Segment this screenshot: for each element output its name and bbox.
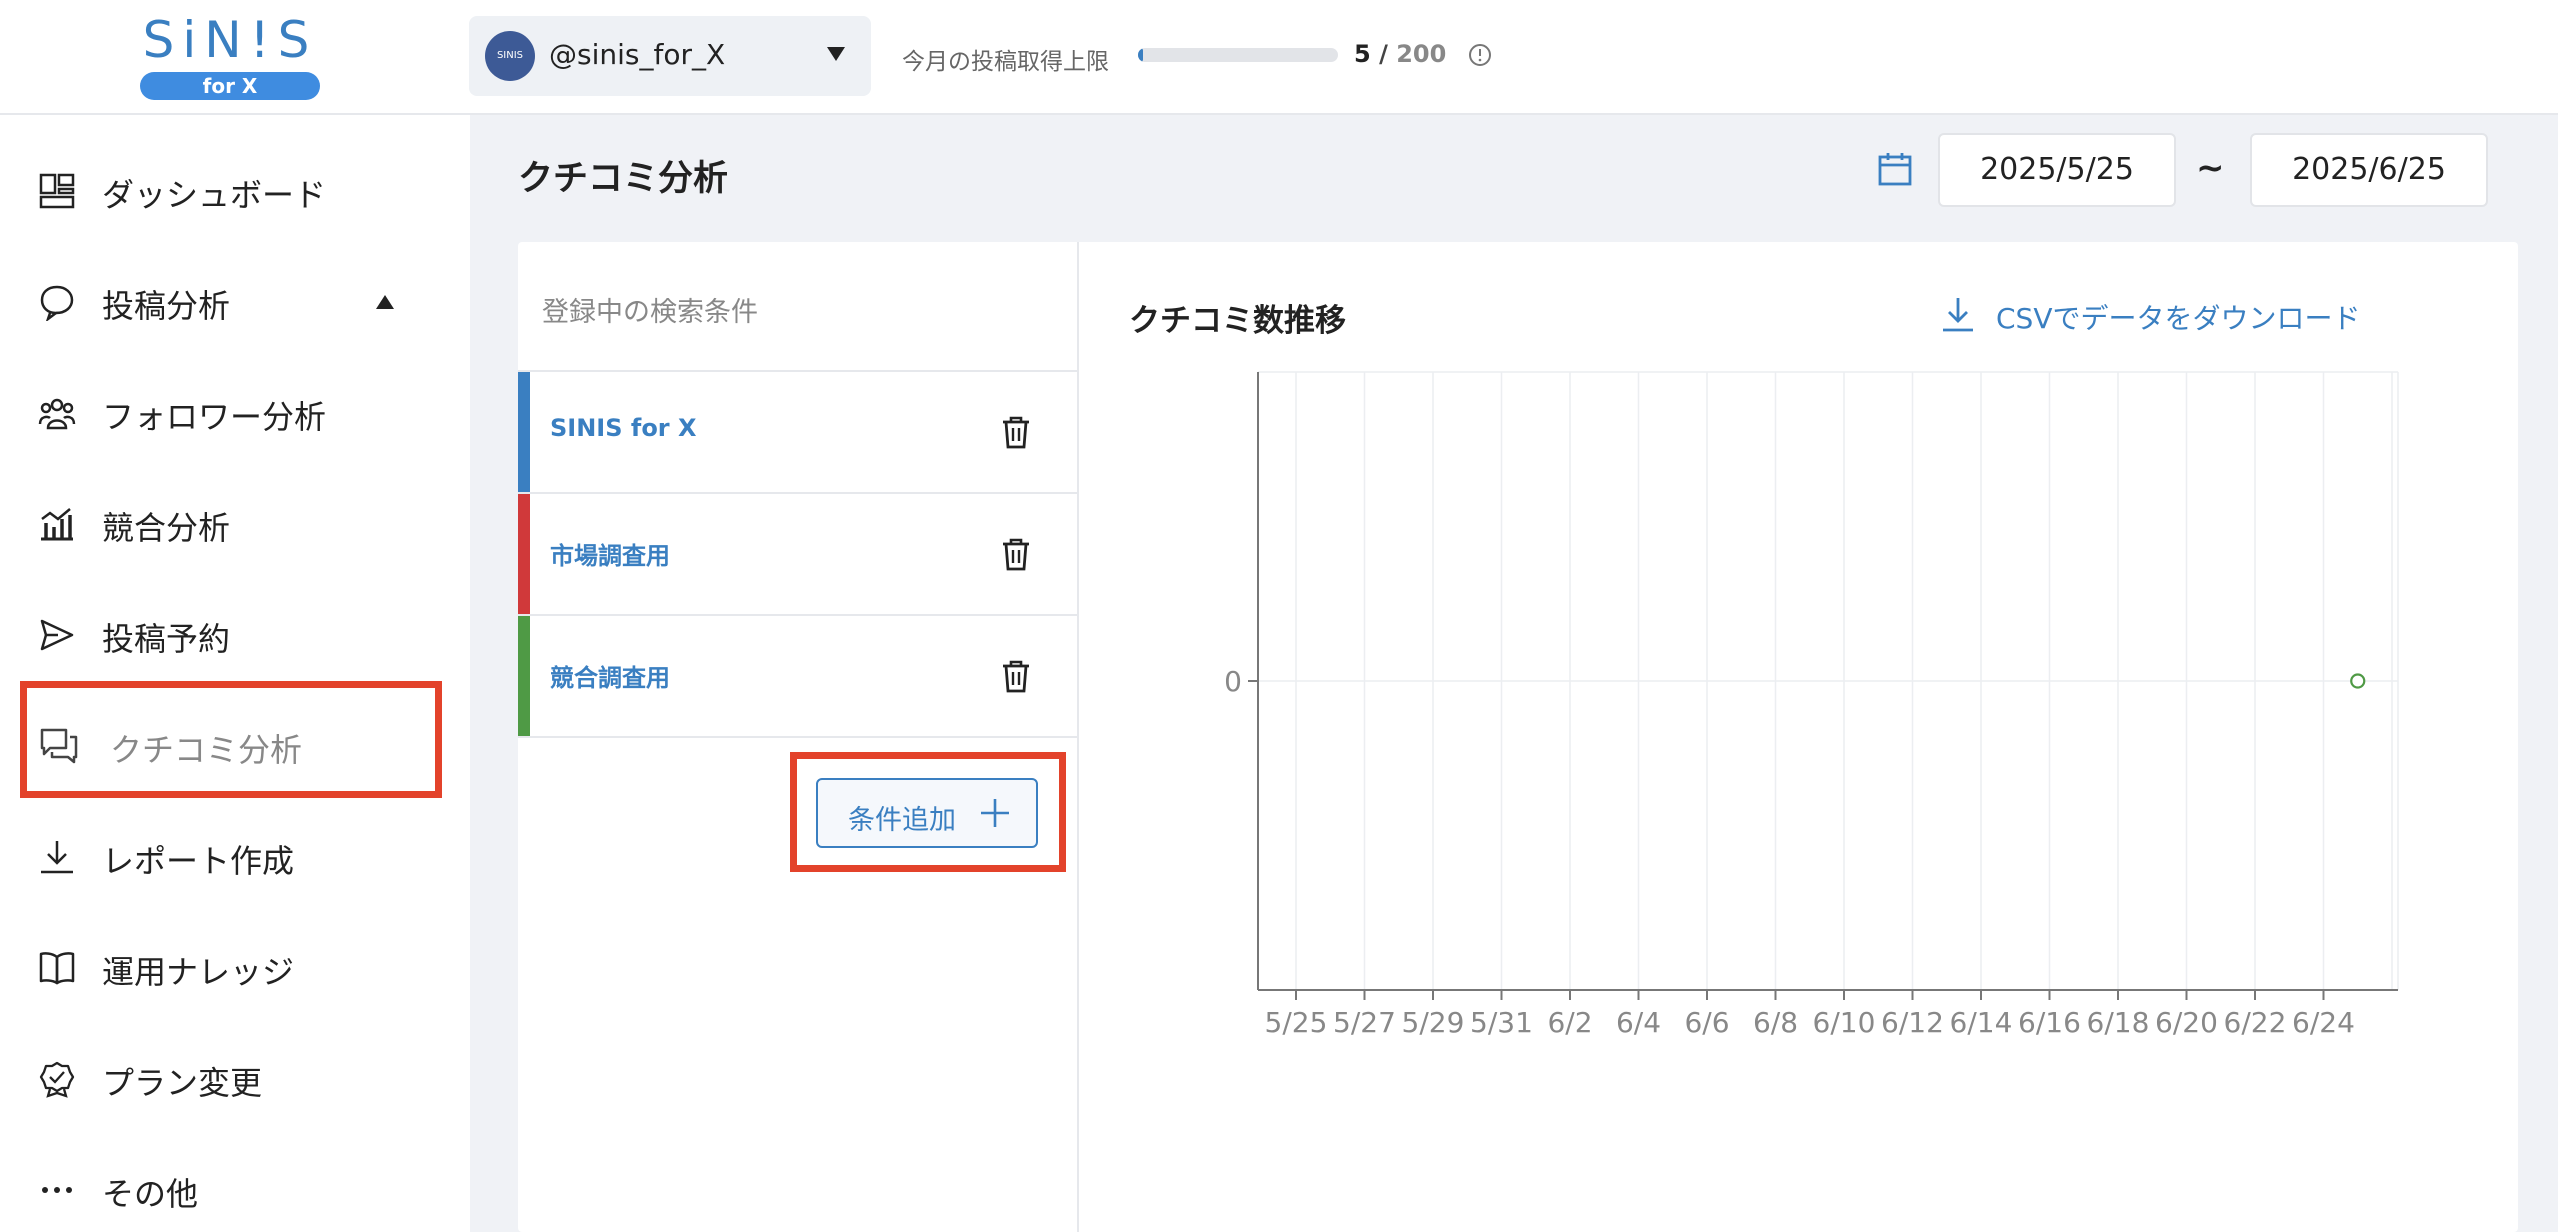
sidebar-item-report[interactable]: レポート作成	[0, 806, 470, 906]
avatar: SINIS	[485, 31, 535, 81]
more-icon	[42, 1187, 72, 1193]
csv-download-label: CSVでデータをダウンロード	[1996, 302, 2361, 335]
send-icon	[40, 619, 74, 651]
sidebar-item-label: 投稿分析	[102, 287, 231, 325]
sidebar-item-label: プラン変更	[102, 1064, 263, 1102]
condition-name: 市場調査用	[550, 542, 670, 570]
calendar-icon[interactable]	[1876, 150, 1914, 188]
account-selector[interactable]: SINIS @sinis_for_X	[469, 16, 871, 96]
x-tick-label: 6/24	[2292, 1006, 2355, 1039]
chat-bubble-icon	[40, 285, 74, 321]
y-tick-label: 0	[1224, 665, 1242, 698]
x-tick-label: 5/27	[1333, 1006, 1396, 1039]
sidebar-item-competitor-analysis[interactable]: 競合分析	[0, 473, 470, 573]
end-date-input[interactable]: 2025/6/25	[2250, 133, 2488, 207]
plus-icon	[981, 799, 1009, 827]
trash-icon[interactable]	[998, 536, 1034, 572]
quota-count: 5 / 200	[1354, 40, 1446, 68]
sidebar-item-label: レポート作成	[102, 842, 295, 880]
trash-icon[interactable]	[998, 414, 1034, 450]
sidebar-item-label: ダッシュボード	[102, 176, 327, 214]
x-tick-label: 6/14	[1950, 1006, 2013, 1039]
info-icon[interactable]	[1468, 43, 1492, 67]
condition-item[interactable]: SINIS for X	[518, 370, 1079, 492]
app-logo[interactable]: SiN!S for X	[138, 12, 322, 102]
highlight-box-sidebar	[20, 681, 442, 798]
x-tick-label: 6/20	[2155, 1006, 2218, 1039]
quota-label: 今月の投稿取得上限	[902, 49, 1109, 75]
condition-color-stripe	[518, 494, 530, 614]
sidebar-item-label: 運用ナレッジ	[102, 953, 295, 991]
x-tick-label: 6/4	[1616, 1006, 1661, 1039]
condition-item[interactable]: 競合調査用	[518, 614, 1079, 736]
page-title: クチコミ分析	[518, 159, 729, 199]
quota-max: 200	[1396, 40, 1447, 68]
x-tick-label: 6/22	[2224, 1006, 2287, 1039]
followers-icon	[38, 398, 76, 430]
date-range-separator: ~	[2196, 148, 2225, 188]
x-tick-label: 5/31	[1470, 1006, 1533, 1039]
conditions-header: 登録中の検索条件	[542, 297, 758, 328]
top-bar: SiN!S for X SINIS @sinis_for_X 今月の投稿取得上限…	[0, 0, 2558, 115]
condition-color-stripe	[518, 372, 530, 492]
dashboard-icon	[39, 173, 75, 209]
quota-sep: /	[1379, 40, 1388, 68]
sidebar-item-knowledge[interactable]: 運用ナレッジ	[0, 917, 470, 1017]
condition-name: SINIS for X	[550, 414, 697, 442]
sidebar-item-label: 競合分析	[102, 509, 231, 547]
download-icon	[1943, 298, 1973, 332]
badge-icon	[39, 1061, 75, 1098]
x-tick-label: 6/16	[2018, 1006, 2081, 1039]
condition-item[interactable]: 市場調査用	[518, 492, 1079, 614]
sidebar-item-label: フォロワー分析	[102, 398, 327, 436]
logo-sub: for X	[140, 72, 320, 100]
sidebar-item-scheduled-posts[interactable]: 投稿予約	[0, 584, 470, 684]
account-handle: @sinis_for_X	[549, 38, 726, 71]
data-point	[2350, 673, 2366, 689]
sidebar-item-plan-change[interactable]: プラン変更	[0, 1028, 470, 1128]
x-tick-label: 6/8	[1753, 1006, 1798, 1039]
sidebar-item-other[interactable]: その他	[0, 1139, 470, 1232]
sidebar-item-label: 投稿予約	[102, 620, 231, 658]
sidebar: ダッシュボード 投稿分析 フォロワー分析 競合分析 投稿予約 クチコミ分析 レポ…	[0, 115, 470, 1232]
condition-name: 競合調査用	[550, 664, 670, 692]
x-tick-label: 6/10	[1813, 1006, 1876, 1039]
bar-chart-icon	[41, 508, 73, 541]
logo-text: SiN!S	[142, 11, 318, 69]
x-tick-label: 5/25	[1265, 1006, 1328, 1039]
sidebar-item-follower-analysis[interactable]: フォロワー分析	[0, 362, 470, 462]
caret-up-icon[interactable]	[376, 295, 394, 309]
quota-used: 5	[1354, 40, 1371, 68]
quota-progress-fill	[1138, 48, 1143, 62]
quota-progress-bar	[1138, 48, 1338, 62]
x-tick-label: 5/29	[1402, 1006, 1465, 1039]
x-tick-label: 6/6	[1684, 1006, 1729, 1039]
x-tick-label: 6/2	[1547, 1006, 1592, 1039]
book-icon	[39, 952, 75, 985]
download-icon	[41, 841, 73, 874]
add-condition-label: 条件追加	[848, 805, 956, 836]
conditions-divider	[518, 736, 1079, 738]
condition-color-stripe	[518, 616, 530, 736]
chart-title: クチコミ数推移	[1129, 303, 1346, 339]
sidebar-item-dashboard[interactable]: ダッシュボード	[0, 140, 470, 240]
review-count-chart: 05/25 5/27 5/29 5/31 6/2 6/4 6/6 6/8 6/10 6/12 6/1…	[1224, 371, 2399, 1039]
trash-icon[interactable]	[998, 658, 1034, 694]
sidebar-item-label: その他	[102, 1175, 199, 1213]
caret-down-icon	[827, 47, 845, 61]
x-tick-label: 6/12	[1881, 1006, 1944, 1039]
x-tick-label: 6/18	[2087, 1006, 2150, 1039]
sidebar-item-post-analysis[interactable]: 投稿分析	[0, 251, 470, 351]
add-condition-button[interactable]: 条件追加	[816, 778, 1038, 848]
start-date-input[interactable]: 2025/5/25	[1938, 133, 2176, 207]
